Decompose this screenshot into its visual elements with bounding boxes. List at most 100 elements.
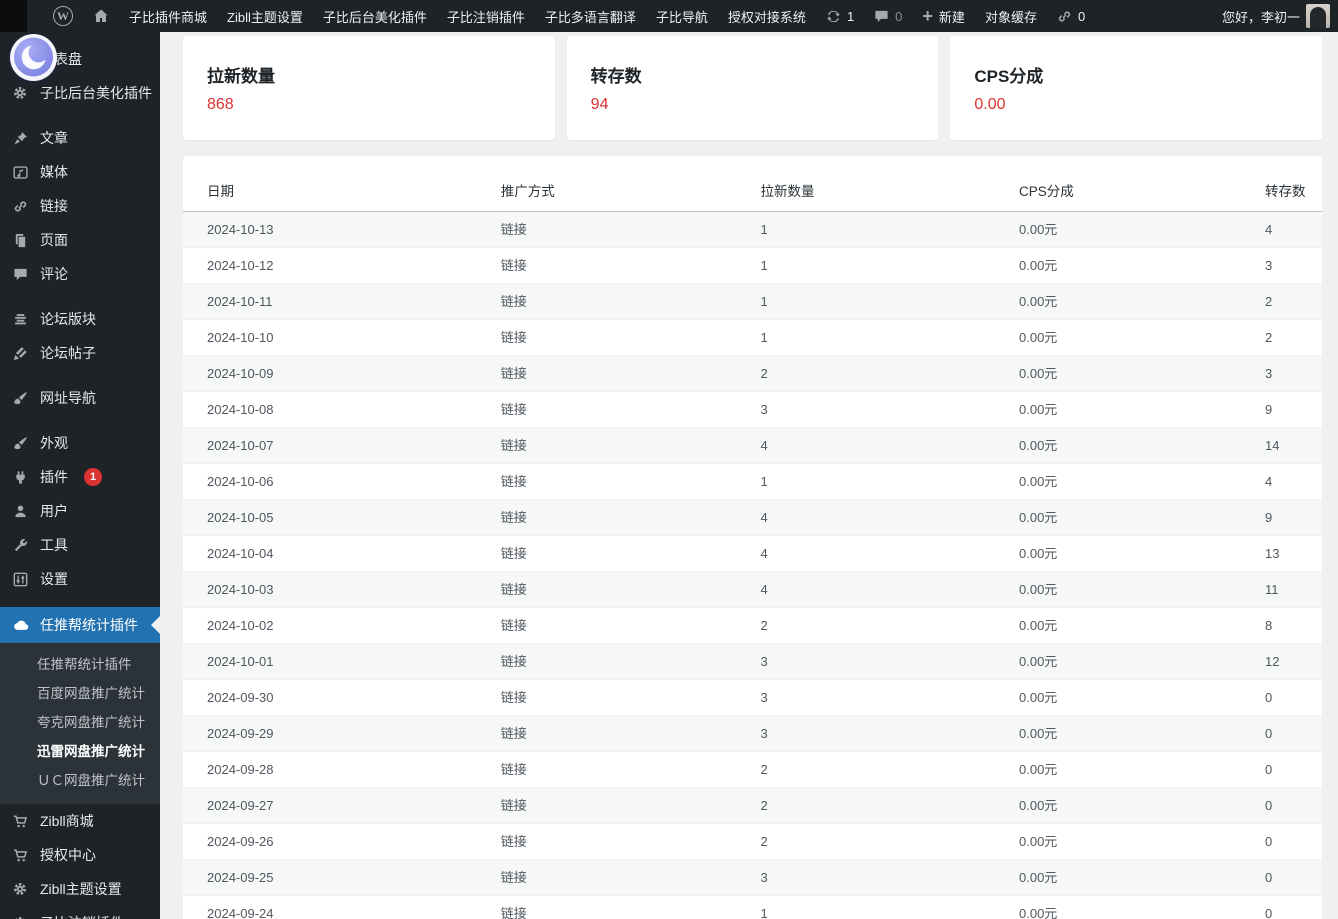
submenu-item[interactable]: 百度网盘推广统计	[0, 679, 160, 708]
sidebar-item-pages[interactable]: 页面	[0, 223, 160, 257]
plug-icon	[10, 470, 30, 485]
sidebar-item-appearance[interactable]: 外观	[0, 426, 160, 460]
sidebar-item-forum-posts[interactable]: 论坛帖子	[0, 336, 160, 370]
table-cell: 链接	[500, 535, 761, 572]
sidebar-item-label: 用户	[40, 503, 68, 519]
table-cell: 2024-09-30	[183, 679, 501, 716]
sidebar-item-forum-sections[interactable]: 论坛版块	[0, 302, 160, 336]
admin-bar-menu-item[interactable]: 子比导航	[646, 0, 718, 32]
site-home-button[interactable]	[83, 0, 119, 32]
admin-bar-menu-item[interactable]: 子比插件商城	[119, 0, 217, 32]
wordpress-logo-button[interactable]: W	[43, 0, 83, 32]
sidebar-item-zibll-shop[interactable]: Zibll商城	[0, 804, 160, 838]
sidebar-item-zibi-logout-plugin[interactable]: 子比注销插件	[0, 906, 160, 919]
sidebar-separator	[0, 370, 160, 381]
sidebar-separator	[0, 291, 160, 302]
table-cell: 1	[760, 247, 1019, 284]
admin-bar-menu-item[interactable]: 子比多语言翻译	[535, 0, 646, 32]
object-cache-button[interactable]: 对象缓存	[975, 0, 1047, 32]
submenu-item[interactable]: 迅雷网盘推广统计	[0, 737, 160, 766]
sidebar-separator	[0, 110, 160, 121]
slashes-icon	[10, 346, 30, 361]
admin-bar-menu-item[interactable]: 授权对接系统	[718, 0, 816, 32]
table-cell: 3	[760, 391, 1019, 428]
submenu-item[interactable]: 任推帮统计插件	[0, 650, 160, 679]
stat-card-value: 0.00	[974, 96, 1006, 113]
table-cell: 2024-09-28	[183, 751, 501, 788]
sidebar-item-label: 页面	[40, 232, 68, 248]
sliders-icon	[10, 572, 30, 587]
submenu-item[interactable]: 夸克网盘推广统计	[0, 708, 160, 737]
table-cell: 0.00元	[1019, 283, 1266, 320]
table-cell: 4	[1265, 463, 1322, 500]
comments-indicator[interactable]: 0	[864, 0, 912, 32]
admin-bar-menu-item[interactable]: Zibll主题设置	[217, 0, 313, 32]
submenu-item[interactable]: ＵＣ网盘推广统计	[0, 766, 160, 795]
table-row: 2024-10-08 链接 3 0.00元 9	[183, 391, 1322, 428]
sidebar-item-users[interactable]: 用户	[0, 494, 160, 528]
sidebar-submenu: 任推帮统计插件 百度网盘推广统计 夸克网盘推广统计 迅雷网盘推广统计 ＵＣ网盘推广统计	[0, 643, 160, 804]
table-cell: 0.00元	[1019, 571, 1266, 608]
link-indicator[interactable]: 0	[1047, 0, 1095, 32]
sidebar-separator	[0, 596, 160, 607]
object-cache-label: 对象缓存	[984, 9, 1037, 25]
table-cell: 0.00元	[1019, 895, 1266, 919]
sidebar-item-label: 设置	[40, 571, 68, 587]
table-cell: 2024-10-10	[183, 319, 501, 356]
stat-card-title: 转存数	[590, 67, 642, 86]
sidebar-item-settings[interactable]: 设置	[0, 562, 160, 596]
pages-icon	[10, 233, 30, 248]
admin-bar-menu-item[interactable]: 子比后台美化插件	[313, 0, 437, 32]
table-row: 2024-09-27 链接 2 0.00元 0	[183, 787, 1322, 824]
sidebar-item-plugins[interactable]: 插件 1	[0, 460, 160, 494]
paperclip-icon	[1057, 9, 1072, 24]
updates-indicator[interactable]: 1	[816, 0, 864, 32]
sidebar-item-label: 子比后台美化插件	[40, 85, 152, 101]
table-cell: 0.00元	[1019, 787, 1266, 824]
sidebar-item-label: 媒体	[40, 164, 68, 180]
table-cell: 2024-09-29	[183, 715, 501, 752]
gear-icon	[10, 915, 30, 919]
account-menu[interactable]: 您好，李初一	[1212, 0, 1338, 32]
cloud-icon	[10, 619, 30, 631]
sidebar-item-site-nav[interactable]: 网址导航	[0, 381, 160, 415]
sidebar-item-label: 论坛帖子	[40, 345, 96, 361]
admin-bar-menu-item[interactable]: 子比注销插件	[437, 0, 535, 32]
sidebar-item-links[interactable]: 链接	[0, 189, 160, 223]
table-cell: 链接	[500, 787, 761, 824]
table-cell: 链接	[500, 427, 761, 464]
sidebar-item-posts[interactable]: 文章	[0, 121, 160, 155]
table-cell: 2024-09-24	[183, 895, 501, 919]
greeting-text: 您好，李初一	[1221, 9, 1300, 25]
table-cell: 4	[760, 499, 1019, 536]
sidebar-item-media[interactable]: 媒体	[0, 155, 160, 189]
table-cell: 9	[1265, 391, 1322, 428]
sidebar-item-tools[interactable]: 工具	[0, 528, 160, 562]
table-cell: 13	[1265, 535, 1322, 572]
table-cell: 0.00元	[1019, 391, 1266, 428]
table-cell: 0.00元	[1019, 355, 1266, 392]
sidebar-separator	[0, 415, 160, 426]
table-cell: 链接	[500, 355, 761, 392]
stat-card-title: 拉新数量	[207, 67, 275, 86]
plus-icon: +	[922, 5, 933, 26]
update-count-badge: 1	[84, 468, 102, 486]
table-cell: 链接	[500, 571, 761, 608]
table-cell: 0.00元	[1019, 859, 1266, 896]
dark-mode-toggle-button[interactable]	[9, 33, 58, 82]
sidebar-item-auth-center[interactable]: 授权中心	[0, 838, 160, 872]
table-row: 2024-10-01 链接 3 0.00元 12	[183, 643, 1322, 680]
sidebar-item-comments[interactable]: 评论	[0, 257, 160, 291]
table-cell: 4	[1265, 211, 1322, 248]
avatar	[1306, 4, 1330, 28]
cart-icon	[10, 814, 30, 829]
table-cell: 0	[1265, 679, 1322, 716]
table-row: 2024-10-05 链接 4 0.00元 9	[183, 499, 1322, 536]
table-cell: 链接	[500, 607, 761, 644]
new-content-button[interactable]: + 新建	[912, 0, 975, 32]
sidebar-item-rentuibang-stats-plugin[interactable]: 任推帮统计插件	[0, 607, 160, 643]
sidebar-item-zibll-theme-settings[interactable]: Zibll主题设置	[0, 872, 160, 906]
admin-bar-menu: 子比插件商城 Zibll主题设置 子比后台美化插件 子比注销插件 子比多语言翻译 子比导航…	[119, 0, 816, 32]
table-row: 2024-09-26 链接 2 0.00元 0	[183, 823, 1322, 860]
stat-card-saves: 转存数 94	[566, 36, 939, 140]
